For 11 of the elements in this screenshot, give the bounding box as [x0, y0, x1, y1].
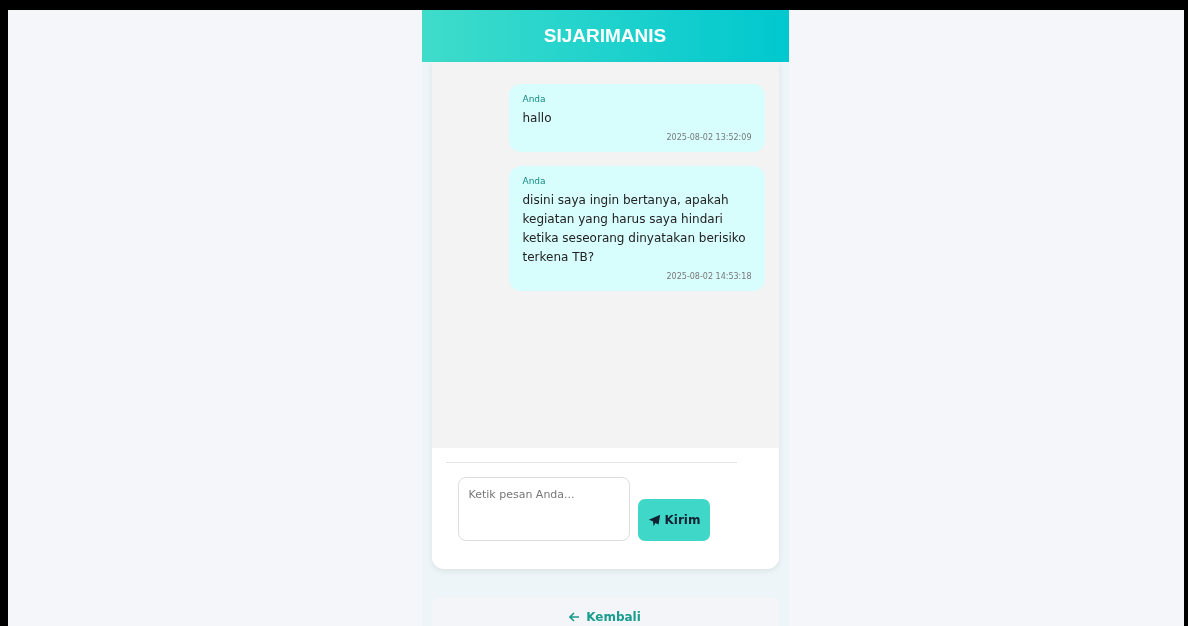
message-text: hallo [522, 110, 553, 127]
send-button[interactable]: Kirim [637, 499, 711, 541]
send-icon [647, 513, 661, 527]
message-time: 2025-08-02 13:52:09 [666, 133, 752, 142]
sender-name: Anda [522, 94, 547, 104]
app-title: SIJARIMANIS [543, 25, 667, 47]
message-input[interactable]: Ketik pesan Anda... [457, 477, 630, 541]
message-text: disini saya ingin bertanya, apakah kegiatan yang harus saya hindari ketika seseorang dinyatakan berisiko terkena TB? [522, 192, 747, 266]
message-time: 2025-08-02 14:53:18 [666, 272, 752, 281]
sender-name: Anda [522, 176, 547, 186]
arrow-left-icon [569, 612, 581, 622]
